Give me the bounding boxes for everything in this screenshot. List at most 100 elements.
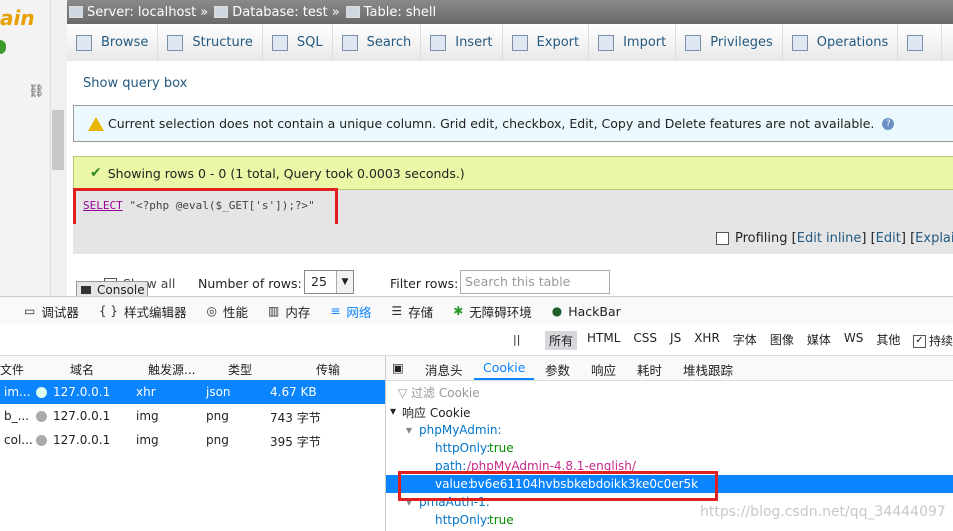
tab-browse[interactable]: Browse xyxy=(67,24,159,61)
edit-link[interactable]: Edit xyxy=(876,231,901,246)
filter-js[interactable]: JS xyxy=(670,331,681,350)
tab-search[interactable]: Search xyxy=(333,24,422,61)
filter-html[interactable]: HTML xyxy=(587,331,620,350)
tool-style-editor[interactable]: { } 样式编辑器 xyxy=(99,302,187,321)
table-row[interactable]: col... 127.0.0.1 img png 395 字节 xyxy=(0,428,385,452)
storage-icon: ☰ xyxy=(391,304,403,318)
filter-fonts[interactable]: 字体 xyxy=(733,331,757,350)
tab-export[interactable]: Export xyxy=(503,24,590,61)
tool-performance[interactable]: ◎ 性能 xyxy=(206,302,248,321)
profiling-checkbox[interactable] xyxy=(716,232,729,245)
persist-checkbox[interactable]: ✓ xyxy=(913,335,926,348)
debugger-icon: ▭ xyxy=(24,304,36,318)
tab-label: Structure xyxy=(192,35,253,50)
cell-cause: img xyxy=(136,409,159,423)
col-cause[interactable]: 触发源... xyxy=(148,361,195,378)
tab-structure[interactable]: Structure xyxy=(158,24,263,61)
filter-rows-input[interactable]: Search this table xyxy=(460,270,610,294)
filter-rows-label: Filter rows: xyxy=(390,276,459,291)
filter-css[interactable]: CSS xyxy=(633,331,657,350)
cell-type: png xyxy=(206,409,229,423)
hackbar-icon: ● xyxy=(551,304,563,318)
filter-media[interactable]: 媒体 xyxy=(807,331,831,350)
table-row[interactable]: im... 127.0.0.1 xhr json 4.67 KB xyxy=(0,380,385,404)
cell-cause: img xyxy=(136,433,159,447)
table-row[interactable]: b_... 127.0.0.1 img png 743 字节 xyxy=(0,404,385,428)
tool-label: HackBar xyxy=(568,303,621,319)
col-domain[interactable]: 域名 xyxy=(70,361,94,378)
profiling-label: Profiling xyxy=(735,231,788,246)
type-filters: 所有 HTML CSS JS XHR 字体 图像 媒体 WS 其他 xyxy=(545,331,913,350)
tab-params[interactable]: 参数 xyxy=(545,360,570,379)
filter-xhr[interactable]: XHR xyxy=(694,331,720,350)
main-tabs: Browse Structure SQL Search Insert Expor… xyxy=(67,24,953,62)
tool-accessibility[interactable]: ✱ 无障碍环境 xyxy=(453,302,532,321)
tree-section-response-cookie[interactable]: ▾ 响应 Cookie xyxy=(386,402,953,420)
cookie-filter-placeholder: 过滤 Cookie xyxy=(411,386,480,400)
filter-ws[interactable]: WS xyxy=(844,331,863,350)
breadcrumb-server[interactable]: Server: localhost xyxy=(87,5,196,20)
show-query-box-link[interactable]: Show query box xyxy=(83,76,187,91)
console-label: Console xyxy=(97,283,145,297)
globe-icon xyxy=(36,435,47,446)
tab-stack-trace[interactable]: 堆栈跟踪 xyxy=(683,360,733,379)
network-icon: ≡ xyxy=(330,304,341,318)
tool-network[interactable]: ≡ 网络 xyxy=(330,302,371,321)
tool-label: 样式编辑器 xyxy=(123,304,187,320)
explain-sql-link[interactable]: Explain S xyxy=(915,231,953,246)
cell-transfer: 395 字节 xyxy=(270,435,321,449)
help-icon[interactable]: ? xyxy=(882,117,895,130)
cell-file: im... xyxy=(4,385,31,399)
breadcrumb-database[interactable]: Database: test xyxy=(232,5,328,20)
cell-transfer: 743 字节 xyxy=(270,411,321,425)
tab-insert[interactable]: Insert xyxy=(421,24,503,61)
import-icon xyxy=(598,34,615,51)
tab-import[interactable]: Import xyxy=(589,24,677,61)
prop-value: true xyxy=(489,513,514,527)
edit-inline-link[interactable]: Edit inline xyxy=(797,231,862,246)
tab-timings[interactable]: 耗时 xyxy=(637,360,662,379)
braces-icon: { } xyxy=(98,304,118,318)
tab-label: Export xyxy=(536,35,580,50)
filter-other[interactable]: 其他 xyxy=(876,331,900,350)
tab-operations[interactable]: Operations xyxy=(783,24,899,61)
tab-response[interactable]: 响应 xyxy=(591,360,616,379)
chevron-down-icon[interactable]: ▼ xyxy=(336,271,353,293)
watermark: https://blog.csdn.net/qq_34444097 xyxy=(700,504,946,520)
tab-label: SQL xyxy=(296,35,323,50)
tool-memory[interactable]: ▥ 内存 xyxy=(268,302,310,321)
tab-sql[interactable]: SQL xyxy=(263,24,333,61)
tool-label: 网络 xyxy=(346,304,372,320)
col-type[interactable]: 类型 xyxy=(228,361,252,378)
tree-cookie-phpmyadmin[interactable]: ▾ phpMyAdmin: xyxy=(386,421,953,439)
toggle-sidebar-icon[interactable]: ▣ xyxy=(392,360,404,375)
success-text: Showing rows 0 - 0 (1 total, Query took … xyxy=(107,165,465,181)
bracket: ] xyxy=(900,231,906,246)
checkmark-icon: ✔ xyxy=(90,165,102,181)
console-icon xyxy=(81,286,91,294)
section-label: 响应 Cookie xyxy=(402,406,471,420)
tool-label: 性能 xyxy=(222,304,248,320)
expand-icon: ▾ xyxy=(406,423,413,437)
cell-transfer: 4.67 KB xyxy=(270,385,317,399)
tab-more[interactable] xyxy=(898,24,943,61)
tab-privileges[interactable]: Privileges xyxy=(676,24,783,61)
tool-debugger[interactable]: ▭ 调试器 xyxy=(24,302,79,321)
persist-logs[interactable]: ✓ 持续 xyxy=(913,332,953,349)
tab-headers[interactable]: 消息头 xyxy=(425,360,463,379)
phpmyadmin-logo[interactable]: ain xyxy=(0,6,35,30)
breadcrumb-table[interactable]: Table: shell xyxy=(364,5,436,20)
col-file[interactable]: 文件 xyxy=(0,361,24,378)
col-transfer[interactable]: 传输 xyxy=(316,361,340,378)
tool-storage[interactable]: ☰ 存储 xyxy=(391,302,433,321)
globe-icon xyxy=(36,387,47,398)
tab-cookie[interactable]: Cookie xyxy=(483,360,525,375)
tool-hackbar[interactable]: ● HackBar xyxy=(552,304,621,319)
link-icon[interactable]: ⛓ xyxy=(28,84,45,99)
pause-icon[interactable]: || xyxy=(513,333,520,346)
cookie-filter-input[interactable]: ▽ 过滤 Cookie xyxy=(398,384,480,401)
filter-images[interactable]: 图像 xyxy=(770,331,794,350)
number-of-rows-select[interactable]: 25 ▼ xyxy=(304,270,354,294)
sidebar-scrollbar-thumb[interactable] xyxy=(52,110,64,170)
filter-all[interactable]: 所有 xyxy=(545,331,578,350)
